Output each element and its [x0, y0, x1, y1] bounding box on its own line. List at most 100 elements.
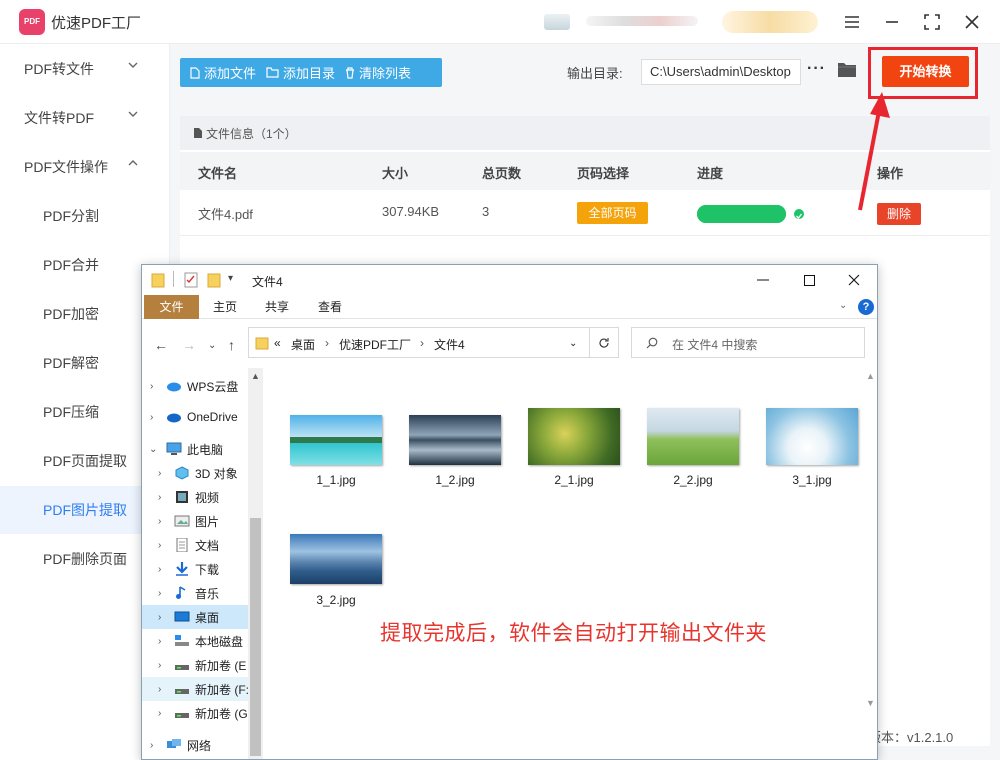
back-icon[interactable]: ←	[154, 337, 168, 353]
explorer-minimize-icon[interactable]	[753, 271, 773, 289]
search-input[interactable]: 在 文件4 中搜索	[631, 327, 865, 358]
tree-scrollbar[interactable]: ▲	[248, 368, 263, 759]
add-dir-button[interactable]: 添加目录	[256, 58, 335, 87]
tree-item-this-pc[interactable]: ⌄ 此电脑	[142, 437, 263, 461]
tree-item-local-disk[interactable]: › 本地磁盘	[142, 629, 263, 653]
col-pages: 总页数	[482, 166, 522, 181]
up-icon[interactable]: ↑	[228, 337, 235, 353]
expand-icon[interactable]: ›	[158, 516, 161, 527]
navigation-tree: › WPS云盘 › OneDrive ⌄ 此电脑 › 3D 对象 › 视频 › …	[142, 368, 263, 759]
sidebar-item-pdf-ops[interactable]: PDF文件操作	[0, 143, 170, 191]
breadcrumb-current[interactable]: 文件4	[434, 336, 465, 353]
address-bar[interactable]: « 桌面 › 优速PDF工厂 › 文件4 ⌄	[248, 327, 590, 358]
add-file-button[interactable]: 添加文件	[180, 58, 256, 87]
expand-icon[interactable]: ›	[158, 492, 161, 503]
expand-icon[interactable]: ›	[158, 684, 161, 695]
add-file-label: 添加文件	[204, 66, 257, 81]
recent-dropdown-icon[interactable]: ⌄	[208, 340, 216, 351]
app-logo-text: PDF	[24, 17, 40, 26]
file-add-icon	[190, 66, 200, 79]
expand-icon[interactable]: ›	[158, 612, 161, 623]
sidebar-item-label: PDF压缩	[43, 404, 99, 420]
expand-icon[interactable]: ›	[158, 540, 161, 551]
breadcrumb-app-folder[interactable]: 优速PDF工厂	[339, 336, 411, 353]
tree-item-drive-e[interactable]: › 新加卷 (E	[142, 653, 263, 677]
tree-item-videos[interactable]: › 视频	[142, 485, 263, 509]
tree-item-onedrive[interactable]: › OneDrive	[142, 405, 263, 429]
image-thumbnail	[409, 415, 501, 465]
minimize-icon[interactable]	[880, 10, 904, 34]
expand-icon[interactable]: ›	[158, 564, 161, 575]
blurred-vip-badge[interactable]	[722, 11, 818, 33]
collapse-icon[interactable]: ⌄	[149, 444, 157, 455]
explorer-maximize-icon[interactable]	[799, 271, 819, 289]
expand-icon[interactable]: ›	[150, 412, 153, 423]
maximize-icon[interactable]	[920, 10, 944, 34]
output-dir-label: 输出目录:	[567, 66, 623, 81]
expand-icon[interactable]: ›	[158, 660, 161, 671]
scroll-down-icon[interactable]: ▼	[866, 698, 875, 708]
tree-item-label: WPS云盘	[187, 379, 239, 394]
tree-item-3d-objects[interactable]: › 3D 对象	[142, 461, 263, 485]
sidebar-item-label: PDF删除页面	[43, 551, 127, 567]
tree-item-documents[interactable]: › 文档	[142, 533, 263, 557]
expand-icon[interactable]: ›	[150, 740, 153, 751]
tree-item-label: 新加卷 (F:	[195, 682, 249, 697]
tree-item-label: 音乐	[195, 586, 220, 601]
quick-access-dropdown-icon[interactable]: ▾	[228, 273, 233, 284]
explorer-close-icon[interactable]	[844, 271, 864, 289]
tree-item-wps-cloud[interactable]: › WPS云盘	[142, 374, 263, 398]
expand-icon[interactable]: ›	[150, 381, 153, 392]
blurred-user-info[interactable]	[586, 16, 698, 26]
image-thumbnail	[766, 408, 858, 465]
tab-file[interactable]: 文件	[144, 295, 199, 319]
tree-item-pictures[interactable]: › 图片	[142, 509, 263, 533]
properties-icon[interactable]	[184, 272, 198, 288]
open-folder-icon[interactable]	[837, 61, 857, 81]
expand-icon[interactable]: ›	[158, 636, 161, 647]
start-convert-button[interactable]: 开始转换	[882, 56, 969, 87]
forward-icon[interactable]: →	[182, 337, 196, 353]
expand-icon[interactable]: ›	[158, 708, 161, 719]
tab-view[interactable]: 查看	[306, 295, 354, 319]
tree-item-desktop[interactable]: › 桌面	[142, 605, 263, 629]
cloud-icon	[167, 413, 181, 423]
expand-icon[interactable]: ›	[158, 468, 161, 479]
tab-share[interactable]: 共享	[253, 295, 301, 319]
image-thumbnail	[290, 534, 382, 584]
output-dir-input[interactable]: C:\Users\admin\Desktop	[641, 59, 801, 85]
expand-icon[interactable]: ›	[158, 588, 161, 599]
tree-item-label: 网络	[187, 738, 212, 753]
new-folder-icon[interactable]	[207, 272, 221, 288]
clear-list-button[interactable]: 清除列表	[335, 58, 411, 87]
ribbon-expand-icon[interactable]: ⌄	[839, 300, 847, 311]
tree-scrollbar-thumb[interactable]	[250, 518, 261, 756]
scroll-up-icon[interactable]: ▲	[866, 371, 875, 381]
close-icon[interactable]	[960, 10, 984, 34]
tree-item-music[interactable]: › 音乐	[142, 581, 263, 605]
more-options-button[interactable]: ···	[807, 60, 825, 82]
help-icon[interactable]: ?	[858, 299, 874, 315]
tree-item-network[interactable]: › 网络	[142, 733, 263, 757]
scroll-up-icon[interactable]: ▲	[251, 371, 260, 381]
file-view-scrollbar[interactable]: ▲ ▼	[863, 368, 877, 759]
sidebar-item-pdf-to-file[interactable]: PDF转文件	[0, 45, 170, 93]
tree-item-downloads[interactable]: › 下载	[142, 557, 263, 581]
breadcrumb-desktop[interactable]: 桌面	[291, 336, 315, 353]
tree-item-drive-g[interactable]: › 新加卷 (G	[142, 701, 263, 725]
menu-icon[interactable]	[840, 10, 864, 34]
sidebar-item-pdf-split[interactable]: PDF分割	[0, 192, 170, 240]
tab-home[interactable]: 主页	[201, 295, 249, 319]
sidebar-item-file-to-pdf[interactable]: 文件转PDF	[0, 94, 170, 142]
tree-item-drive-f[interactable]: › 新加卷 (F:	[142, 677, 263, 701]
page-select-button[interactable]: 全部页码	[577, 202, 648, 224]
address-dropdown-icon[interactable]: ⌄	[569, 338, 577, 349]
refresh-icon[interactable]	[590, 327, 619, 358]
cube-icon	[175, 466, 189, 480]
chevron-down-icon	[128, 111, 138, 117]
blurred-user-icon[interactable]	[544, 14, 570, 30]
breadcrumb-overflow[interactable]: «	[274, 336, 281, 350]
chevron-down-icon	[128, 62, 138, 68]
explorer-title: 文件4	[252, 275, 283, 289]
file-name: 2_1.jpg	[554, 473, 594, 487]
